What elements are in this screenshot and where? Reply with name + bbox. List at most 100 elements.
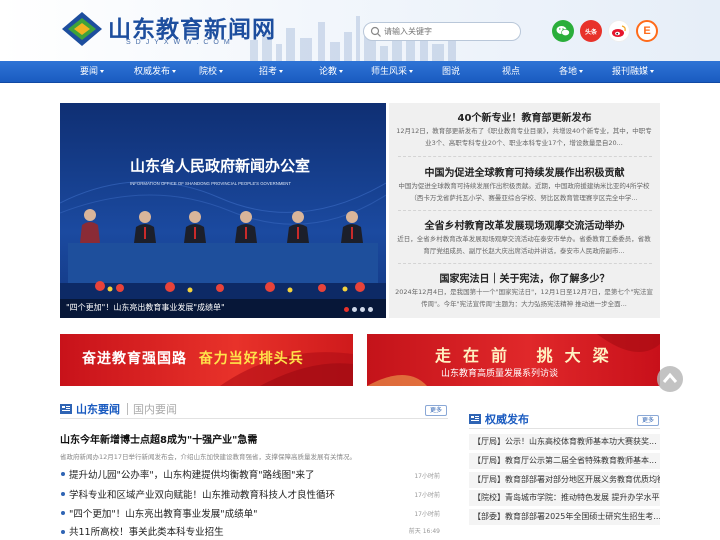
wechat-share-button[interactable]: [552, 20, 574, 42]
nav-item-opinion[interactable]: 论教: [319, 61, 344, 83]
news-item-title[interactable]: "四个更加"！山东亮出教育事业发展"成绩单": [69, 506, 257, 520]
divider: [398, 263, 652, 264]
news-item-time: 17小时前: [414, 492, 440, 499]
main-nav: 要闻 权威发布 院校 招考 论教 师生风采 图说 视点 各地 报刊融媒: [0, 61, 720, 83]
section-icon: [60, 404, 72, 414]
wechat-icon: [556, 26, 570, 37]
bullet-icon: [61, 492, 65, 496]
news-item-time: 前天 16:49: [408, 528, 440, 535]
weibo-share-button[interactable]: [608, 20, 630, 42]
section-divider: [60, 418, 448, 419]
divider: [398, 156, 652, 157]
nav-item-authority[interactable]: 权威发布: [134, 61, 177, 83]
nav-label: 招考: [259, 67, 278, 77]
banner-left-text: 奋进教育强国路 奋力当好排头兵: [82, 348, 304, 368]
nav-item-regions[interactable]: 各地: [559, 61, 584, 83]
section-icon: [469, 414, 481, 424]
tab-separator: [127, 403, 128, 415]
tab-national-news[interactable]: 国内要闻: [133, 401, 177, 417]
news-item-time: 17小时前: [414, 473, 440, 480]
headline-summary: 2024年12月4日，是我国第十一个"国家宪法日"，12月1日至12月7日，是第…: [395, 288, 653, 308]
more-button[interactable]: 更多: [425, 405, 447, 416]
site-domain: SDJYXWW.COM: [126, 39, 235, 46]
caret-down-icon: [339, 70, 344, 73]
scroll-to-top-button[interactable]: [657, 366, 683, 392]
nav-label: 师生风采: [371, 67, 408, 77]
section-divider: [469, 428, 660, 429]
nav-item-news[interactable]: 要闻: [80, 61, 105, 83]
nav-item-viewpoint[interactable]: 视点: [502, 61, 520, 83]
more-button[interactable]: 更多: [637, 415, 659, 426]
nav-item-media[interactable]: 报刊融媒: [612, 61, 655, 83]
nav-label: 论教: [319, 67, 338, 77]
weibo-icon: [612, 25, 626, 37]
carousel-slide-image[interactable]: 山东省人民政府新闻办公室 INFORMATION OFFICE OF SHAND…: [60, 103, 386, 318]
backdrop-title: 山东省人民政府新闻办公室: [130, 157, 310, 175]
carousel-dot-1[interactable]: [344, 307, 349, 312]
caret-down-icon: [409, 70, 414, 73]
nav-item-photos[interactable]: 图说: [442, 61, 460, 83]
headline-summary: 近日，全省乡村教育改革发展现场观摩交流活动在泰安市举办。省委教育工委委员，省教育…: [397, 235, 651, 255]
headline-title[interactable]: 全省乡村教育改革发展现场观摩交流活动举办: [389, 217, 660, 232]
caret-down-icon: [650, 70, 655, 73]
nav-item-schools[interactable]: 院校: [199, 61, 224, 83]
carousel-dot-3[interactable]: [360, 307, 365, 312]
authority-item[interactable]: 【厅局】教育厅公示第二届全省特殊教育教师基本...: [469, 453, 660, 469]
backdrop-subtitle: INFORMATION OFFICE OF SHANDONG PROVINCIA…: [130, 181, 291, 186]
lead-news-summary: 省政府新闻办12月17日举行新闻发布会，介绍山东加快建设教育强省，支撑保障高质量…: [60, 453, 357, 461]
news-item-time: 17小时前: [414, 511, 440, 518]
carousel-dot-4[interactable]: [368, 307, 373, 312]
site-logo[interactable]: 山东教育新闻网 SDJYXWW.COM: [60, 8, 275, 52]
promo-banner-right[interactable]: 走在前 挑大梁 山东教育高质量发展系列访谈: [367, 334, 660, 386]
banner-right-subtitle: 山东教育高质量发展系列访谈: [441, 369, 559, 379]
lead-news-title[interactable]: 山东今年新增博士点超8成为"十强产业"急需: [60, 431, 257, 446]
tab-shandong-news[interactable]: 山东要闻: [76, 401, 120, 417]
caret-down-icon: [219, 70, 224, 73]
e-icon: E: [643, 25, 651, 37]
caret-down-icon: [579, 70, 584, 73]
carousel-caption[interactable]: "四个更加"！山东亮出教育事业发展"成绩单": [66, 302, 225, 313]
nav-label: 视点: [502, 67, 521, 77]
e-share-button[interactable]: E: [636, 20, 658, 42]
news-carousel[interactable]: 山东省人民政府新闻办公室 INFORMATION OFFICE OF SHAND…: [60, 103, 386, 318]
headline-summary: 中国为促进全球教育可持续发展作出积极贡献。近期，中国政府援建纳米比亚的4所学校（…: [398, 182, 650, 202]
nav-label: 图说: [442, 67, 461, 77]
authority-item[interactable]: 【院校】青岛城市学院：推动特色发展 提升办学水平: [469, 490, 660, 506]
bullet-icon: [61, 472, 65, 476]
authority-item[interactable]: 【厅局】公示！山东高校体育教师基本功大赛获奖...: [469, 434, 660, 450]
headline-title[interactable]: 中国为促进全球教育可持续发展作出积极贡献: [389, 164, 660, 179]
toutiao-icon: 头条: [584, 28, 597, 36]
authority-section-title[interactable]: 权威发布: [485, 411, 529, 427]
headline-title[interactable]: 国家宪法日｜关于宪法，你了解多少？: [389, 270, 660, 285]
nav-item-exams[interactable]: 招考: [259, 61, 284, 83]
nav-label: 报刊融媒: [612, 67, 649, 77]
headline-summary: 12月12日，教育部更新发布了《职业教育专业目录》，共增设40个新专业，其中，中…: [396, 127, 652, 147]
authority-item[interactable]: 【部委】教育部部署2025年全国硕士研究生招生考...: [469, 509, 660, 525]
caret-down-icon: [172, 70, 177, 73]
news-item-title[interactable]: 提升幼儿园"公办率"，山东构建提供均衡教育"路线图"来了: [69, 467, 314, 481]
nav-label: 院校: [199, 67, 218, 77]
caret-down-icon: [100, 70, 105, 73]
nav-label: 权威发布: [134, 67, 171, 77]
search-icon[interactable]: [370, 26, 382, 38]
bullet-icon: [61, 530, 65, 534]
nav-item-people[interactable]: 师生风采: [371, 61, 414, 83]
chevron-up-icon: [662, 372, 678, 383]
banner-left-part1: 奋进教育强国路: [82, 351, 187, 367]
caret-down-icon: [279, 70, 284, 73]
news-item-title[interactable]: 共11所高校！事关此类本科专业招生: [69, 524, 224, 538]
logo-emblem-icon: [62, 12, 102, 46]
search-box[interactable]: [363, 22, 521, 41]
banner-left-part2: 奋力当好排头兵: [198, 351, 304, 367]
authority-item[interactable]: 【厅局】教育部部署对部分地区开展义务教育优质均衡...: [469, 472, 660, 488]
nav-label: 要闻: [80, 67, 99, 77]
promo-banner-left[interactable]: 奋进教育强国路 奋力当好排头兵: [60, 334, 353, 386]
search-input[interactable]: [384, 24, 514, 39]
headline-title[interactable]: 40个新专业！教育部更新发布: [389, 109, 660, 124]
toutiao-share-button[interactable]: 头条: [580, 20, 602, 42]
carousel-dot-2[interactable]: [352, 307, 357, 312]
news-item-title[interactable]: 学科专业和区域产业双向赋能！山东推动教育科技人才良性循环: [69, 487, 335, 501]
divider: [398, 210, 652, 211]
banner-right-title: 走在前 挑大梁: [435, 346, 621, 365]
site-header: 山东教育新闻网 SDJYXWW.COM 头条 E: [0, 0, 720, 61]
